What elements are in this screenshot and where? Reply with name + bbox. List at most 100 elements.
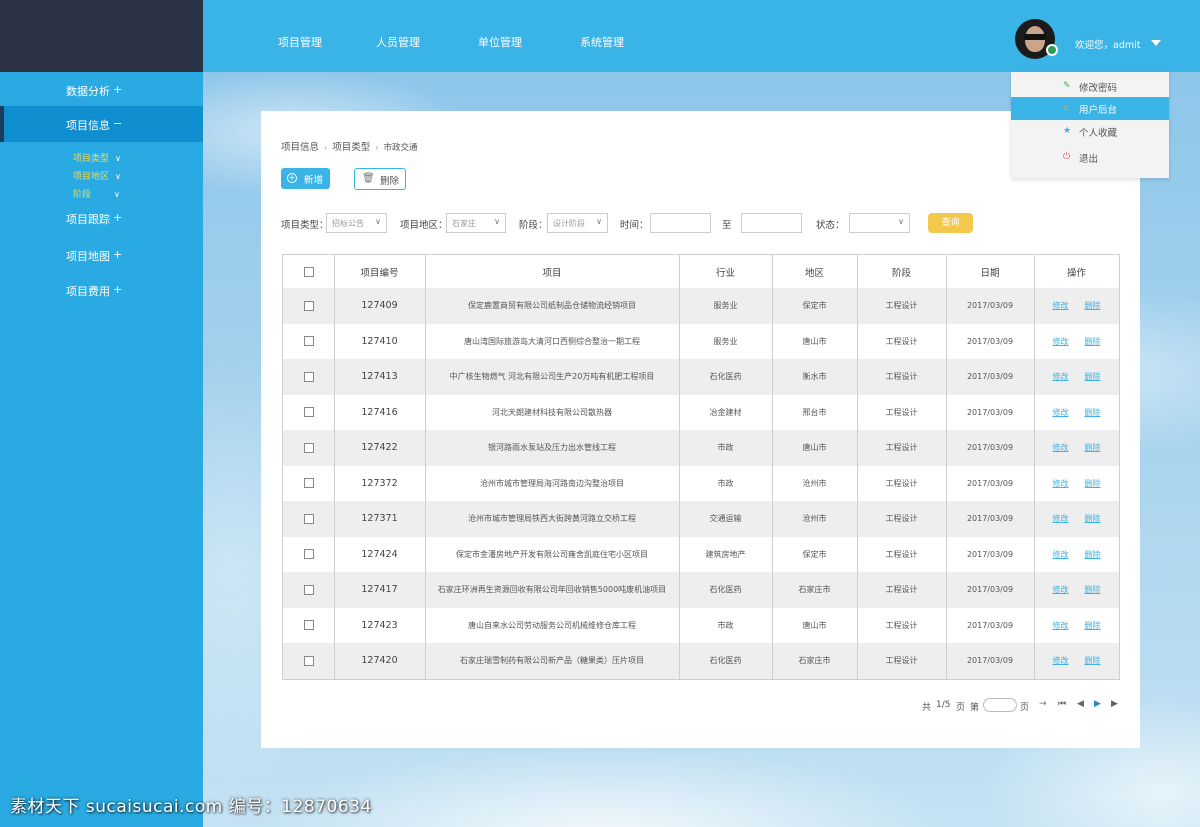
delete-link[interactable]: 删除: [1085, 549, 1101, 560]
cell-region: 石家庄市: [798, 656, 831, 666]
stage-select[interactable]: 设计阶段 ∨: [547, 213, 608, 233]
page-number-input[interactable]: [983, 698, 1017, 712]
topnav-unit-management[interactable]: 单位管理: [478, 34, 522, 50]
table-row: 127409 保定鹿置商贸有限公司纸制品仓储物流经销项目 服务业 保定市 工程设计 201…: [283, 288, 1119, 324]
delete-link[interactable]: 删除: [1085, 407, 1101, 418]
sidebar-item-project-info[interactable]: 项目信息 −: [0, 106, 203, 142]
edit-link[interactable]: 修改: [1053, 407, 1069, 418]
cell-project: 银河路雨水泵站及压力出水管线工程: [488, 443, 616, 453]
edit-link[interactable]: 修改: [1053, 655, 1069, 666]
row-checkbox[interactable]: [303, 620, 314, 631]
sidebar-subitem-project-region[interactable]: 项目地区 ∨: [73, 169, 121, 182]
go-arrow-icon[interactable]: →: [1039, 699, 1047, 709]
row-checkbox[interactable]: [303, 336, 314, 347]
last-page-icon[interactable]: ▶: [1111, 699, 1118, 709]
sidebar-subitem-project-type[interactable]: 项目类型 ∨: [73, 151, 121, 164]
cell-stage: 工程设计: [885, 478, 918, 488]
cell-actions: 修改 删除: [1034, 324, 1119, 360]
select-all-checkbox[interactable]: [303, 266, 314, 277]
chevron-down-icon: ∨: [375, 217, 381, 226]
row-checkbox[interactable]: [303, 584, 314, 595]
edit-icon: ✎: [1063, 81, 1071, 91]
menu-item-change-password[interactable]: ✎ 修改密码: [1011, 75, 1169, 98]
delete-link[interactable]: 删除: [1085, 513, 1101, 524]
row-checkbox[interactable]: [303, 300, 314, 311]
delete-link[interactable]: 删除: [1085, 584, 1101, 595]
edit-link[interactable]: 修改: [1053, 549, 1069, 560]
edit-link[interactable]: 修改: [1053, 620, 1069, 631]
filter-stage-label: 阶段：: [519, 220, 548, 231]
header-industry: 行业: [715, 267, 735, 279]
row-checkbox[interactable]: [303, 371, 314, 382]
pagination-page-word: 页: [956, 703, 966, 713]
row-checkbox[interactable]: [303, 655, 314, 666]
trash-icon: 🗑: [362, 173, 375, 184]
edit-link[interactable]: 修改: [1053, 442, 1069, 453]
edit-link[interactable]: 修改: [1053, 300, 1069, 311]
first-page-icon[interactable]: ⏮: [1058, 699, 1066, 709]
status-select[interactable]: ∨: [849, 213, 910, 233]
row-checkbox[interactable]: [303, 513, 314, 524]
plus-icon: +: [113, 248, 123, 261]
edit-link[interactable]: 修改: [1053, 371, 1069, 382]
cell-actions: 修改 删除: [1034, 288, 1119, 324]
cell-project: 河北天朗建材科技有限公司散热器: [492, 407, 612, 417]
filter-status-label: 状态：: [816, 220, 845, 231]
topnav-system-management[interactable]: 系统管理: [580, 34, 624, 50]
edit-link[interactable]: 修改: [1053, 336, 1069, 347]
delete-link[interactable]: 删除: [1085, 478, 1101, 489]
cell-project: 唐山自来水公司劳动服务公司机械维修仓库工程: [468, 620, 636, 630]
menu-item-user-backend[interactable]: ⌂ 用户后台: [1011, 97, 1169, 120]
delete-link[interactable]: 删除: [1085, 300, 1101, 311]
delete-button[interactable]: 🗑 删除: [354, 168, 406, 190]
cell-checkbox: [283, 324, 334, 360]
table-row: 127420 石家庄瑞雪制药有限公司新产品（糖果类）压片项目 石化医药 石家庄市 工程设…: [283, 643, 1119, 679]
add-button[interactable]: + 新增: [281, 168, 330, 189]
delete-link[interactable]: 删除: [1085, 655, 1101, 666]
project-region-select[interactable]: 石家庄 ∨: [446, 213, 506, 233]
cell-date: 2017/03/09: [966, 336, 1014, 346]
menu-item-favorites[interactable]: ★ 个人收藏: [1011, 120, 1169, 143]
sidebar-item-project-map[interactable]: 项目地图 +: [0, 237, 203, 273]
topnav-personnel-management[interactable]: 人员管理: [376, 34, 420, 50]
sidebar-item-data-analysis[interactable]: 数据分析 +: [0, 72, 203, 108]
row-checkbox[interactable]: [303, 549, 314, 560]
row-checkbox[interactable]: [303, 407, 314, 418]
plus-circle-icon: +: [287, 173, 297, 183]
menu-item-logout[interactable]: ⏻ 退出: [1011, 146, 1169, 169]
breadcrumb-item[interactable]: 项目信息: [281, 142, 319, 153]
cell-region: 衡水市: [802, 372, 827, 382]
cell-checkbox: [283, 288, 334, 324]
main-panel: 项目信息 › 项目类型 › 市政交通 + 新增 🗑 删除 项目类型： 招标公告 ∨ 项目…: [261, 111, 1140, 748]
edit-link[interactable]: 修改: [1053, 513, 1069, 524]
edit-link[interactable]: 修改: [1053, 478, 1069, 489]
sidebar-subitem-stage[interactable]: 阶段 ∨: [73, 187, 120, 200]
end-date-input[interactable]: [741, 213, 802, 233]
query-button[interactable]: 查询: [928, 213, 973, 233]
chevron-down-icon[interactable]: [1151, 40, 1161, 46]
project-type-select[interactable]: 招标公告 ∨: [326, 213, 387, 233]
edit-link[interactable]: 修改: [1053, 584, 1069, 595]
cell-region: 邢台市: [802, 407, 827, 417]
menu-item-label: 用户后台: [1079, 105, 1118, 116]
cell-project: 唐山湾国际旅游岛大清河口西侧综合整治一期工程: [464, 336, 640, 346]
cell-industry: 交通运输: [709, 514, 742, 524]
user-dropdown-menu: ✎ 修改密码 ⌂ 用户后台 ★ 个人收藏 ⏻ 退出: [1011, 72, 1169, 178]
delete-link[interactable]: 删除: [1085, 336, 1101, 347]
delete-link[interactable]: 删除: [1085, 371, 1101, 382]
topnav-project-management[interactable]: 项目管理: [278, 34, 322, 50]
cell-region: 沧州市: [802, 478, 827, 488]
next-page-icon[interactable]: ▶: [1094, 699, 1101, 709]
sidebar-item-project-tracking[interactable]: 项目跟踪 +: [0, 200, 203, 236]
start-date-input[interactable]: [650, 213, 711, 233]
delete-link[interactable]: 删除: [1085, 442, 1101, 453]
row-checkbox[interactable]: [303, 478, 314, 489]
delete-link[interactable]: 删除: [1085, 620, 1101, 631]
sidebar-item-project-cost[interactable]: 项目费用 +: [0, 272, 203, 308]
table-row: 127422 银河路雨水泵站及压力出水管线工程 市政 唐山市 工程设计 2017/03/0…: [283, 430, 1119, 466]
cell-project: 中广核生物燃气 河北有限公司生产20万吨有机肥工程项目: [449, 372, 655, 382]
row-checkbox[interactable]: [303, 442, 314, 453]
breadcrumb-item[interactable]: 项目类型: [332, 142, 370, 153]
prev-page-icon[interactable]: ◀: [1077, 699, 1084, 709]
menu-item-label: 修改密码: [1079, 83, 1118, 94]
